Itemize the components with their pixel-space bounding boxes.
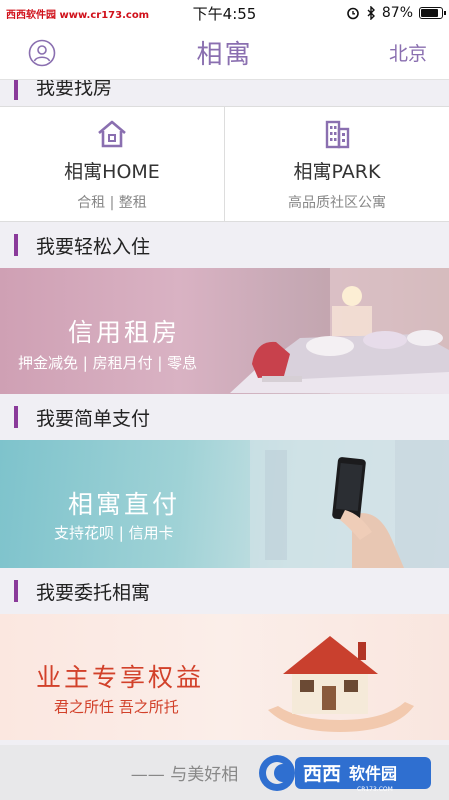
svg-text:CR173.COM: CR173.COM: [357, 786, 393, 793]
section-title: 我要委托相寓: [36, 581, 151, 604]
section-title: 我要简单支付: [36, 407, 151, 430]
section-header-find-home: 我要找房: [0, 80, 449, 106]
section-header-entrust: 我要委托相寓: [0, 568, 449, 614]
card-subtitle: 合租 | 整租: [77, 194, 147, 211]
section-title: 我要轻松入住: [36, 235, 151, 258]
section-accent-bar: [14, 580, 18, 602]
banner-subtitle: 支持花呗 | 信用卡: [54, 524, 174, 542]
banner-direct-pay[interactable]: 相寓直付 支持花呗 | 信用卡: [0, 440, 449, 568]
nav-bar: 相寓 北京: [0, 26, 449, 80]
banner-title: 业主专享权益: [36, 663, 205, 692]
battery-level: [421, 9, 438, 17]
bluetooth-icon: [367, 6, 375, 20]
alarm-icon: [347, 7, 359, 20]
card-home[interactable]: 相寓HOME 合租 | 整租: [0, 107, 224, 221]
section-accent-bar: [14, 406, 18, 428]
city-selector[interactable]: 北京: [389, 39, 427, 66]
svg-text:西西: 西西: [303, 763, 341, 785]
banner-owner-benefits[interactable]: 业主专享权益 君之所任 吾之所托: [0, 614, 449, 740]
section-title: 我要找房: [36, 80, 113, 99]
footer-slogan: —— 与美好相 西西 软件园 CR173.COM: [0, 745, 449, 800]
banner-title: 信用租房: [68, 318, 181, 347]
status-bar: 西西软件园 www.cr173.com 下午4:55 87%: [0, 0, 449, 26]
status-indicators: 87%: [346, 5, 446, 21]
section-header-easy-checkin: 我要轻松入住: [0, 222, 449, 268]
card-title: 相寓HOME: [64, 160, 160, 183]
banner-subtitle: 君之所任 吾之所托: [54, 698, 179, 716]
home-type-cards: 相寓HOME 合租 | 整租 相寓PARK 高品质社区公寓: [0, 106, 449, 222]
building-icon: [325, 120, 350, 148]
watermark-text: 西西软件园 www.cr173.com: [6, 9, 150, 21]
banner-subtitle: 押金减免 | 房租月付 | 零息: [18, 354, 198, 372]
svg-text:软件园: 软件园: [349, 764, 397, 783]
house-icon: [98, 120, 126, 147]
banner-title: 相寓直付: [68, 490, 181, 519]
cr173-logo: 西西 软件园 CR173.COM: [259, 755, 431, 793]
section-header-simple-pay: 我要简单支付: [0, 394, 449, 440]
battery-percent: 87%: [381, 5, 413, 21]
user-profile-icon[interactable]: [28, 39, 56, 67]
section-accent-bar: [14, 234, 18, 256]
battery-icon: [419, 7, 446, 19]
footer-text: —— 与美好相: [130, 765, 239, 785]
banner-credit-rent[interactable]: 信用租房 押金减免 | 房租月付 | 零息: [0, 268, 449, 394]
card-subtitle: 高品质社区公寓: [288, 194, 386, 211]
card-title: 相寓PARK: [293, 160, 381, 183]
page-title: 相寓: [196, 40, 253, 70]
card-park[interactable]: 相寓PARK 高品质社区公寓: [224, 107, 449, 221]
section-accent-bar: [14, 80, 18, 100]
